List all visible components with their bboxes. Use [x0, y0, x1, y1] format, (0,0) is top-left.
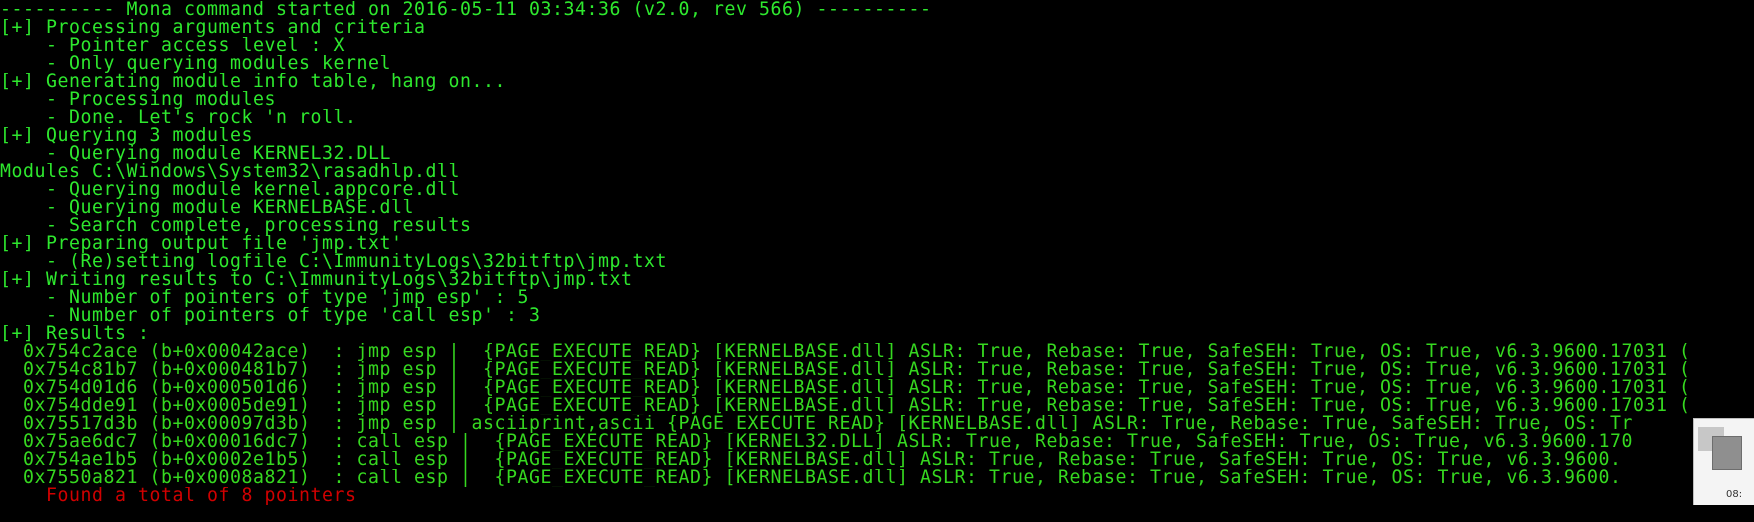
log-line-results-heading: [+] Results :	[0, 325, 150, 343]
result-row[interactable]: 0x75517d3b (b+0x00097d3b) : jmp esp | as…	[0, 415, 1754, 433]
result-row[interactable]: 0x75ae6dc7 (b+0x00016dc7) : call esp | {…	[0, 433, 1754, 451]
log-line: [+] Generating module info table, hang o…	[0, 73, 506, 91]
log-line: - Querying module KERNELBASE.dll	[0, 199, 414, 217]
log-line: - Search complete, processing results	[0, 217, 472, 235]
taskbar-thumbnail-popup[interactable]: 08:	[1693, 418, 1754, 505]
log-line: [+] Preparing output file 'jmp.txt'	[0, 235, 403, 253]
log-window[interactable]: ---------- Mona command started on 2016-…	[0, 1, 1754, 522]
log-line: - Done. Let's rock 'n roll.	[0, 109, 357, 127]
log-line: - Pointer access level : X	[0, 37, 345, 55]
window-thumbnail-front[interactable]	[1712, 436, 1742, 470]
log-line: - Querying module kernel.appcore.dll	[0, 181, 460, 199]
log-line: - Number of pointers of type 'call esp' …	[0, 307, 541, 325]
log-line: [+] Querying 3 modules	[0, 127, 253, 145]
log-line: - (Re)setting logfile C:\ImmunityLogs\32…	[0, 253, 667, 271]
pointer-total-summary: Found a total of 8 pointers	[0, 487, 357, 505]
log-line: - Querying module KERNEL32.DLL	[0, 145, 391, 163]
log-line: - Number of pointers of type 'jmp esp' :…	[0, 289, 529, 307]
result-row[interactable]: 0x754dde91 (b+0x0005de91) : jmp esp | {P…	[0, 397, 1754, 415]
clock-time: 08:	[1726, 489, 1743, 500]
log-line: - Only querying modules kernel	[0, 55, 391, 73]
result-row[interactable]: 0x754c81b7 (b+0x000481b7) : jmp esp | {P…	[0, 361, 1754, 379]
log-line: [+] Writing results to C:\ImmunityLogs\3…	[0, 271, 633, 289]
log-line: [+] Processing arguments and criteria	[0, 19, 426, 37]
log-line: - Processing modules	[0, 91, 276, 109]
result-row[interactable]: 0x754ae1b5 (b+0x0002e1b5) : call esp | {…	[0, 451, 1754, 469]
log-line-header: ---------- Mona command started on 2016-…	[0, 1, 932, 19]
log-line: Modules C:\Windows\System32\rasadhlp.dll	[0, 163, 460, 181]
result-row[interactable]: 0x754c2ace (b+0x00042ace) : jmp esp | {P…	[0, 343, 1754, 361]
result-row[interactable]: 0x7550a821 (b+0x0008a821) : call esp | {…	[0, 469, 1754, 487]
result-row[interactable]: 0x754d01d6 (b+0x000501d6) : jmp esp | {P…	[0, 379, 1754, 397]
